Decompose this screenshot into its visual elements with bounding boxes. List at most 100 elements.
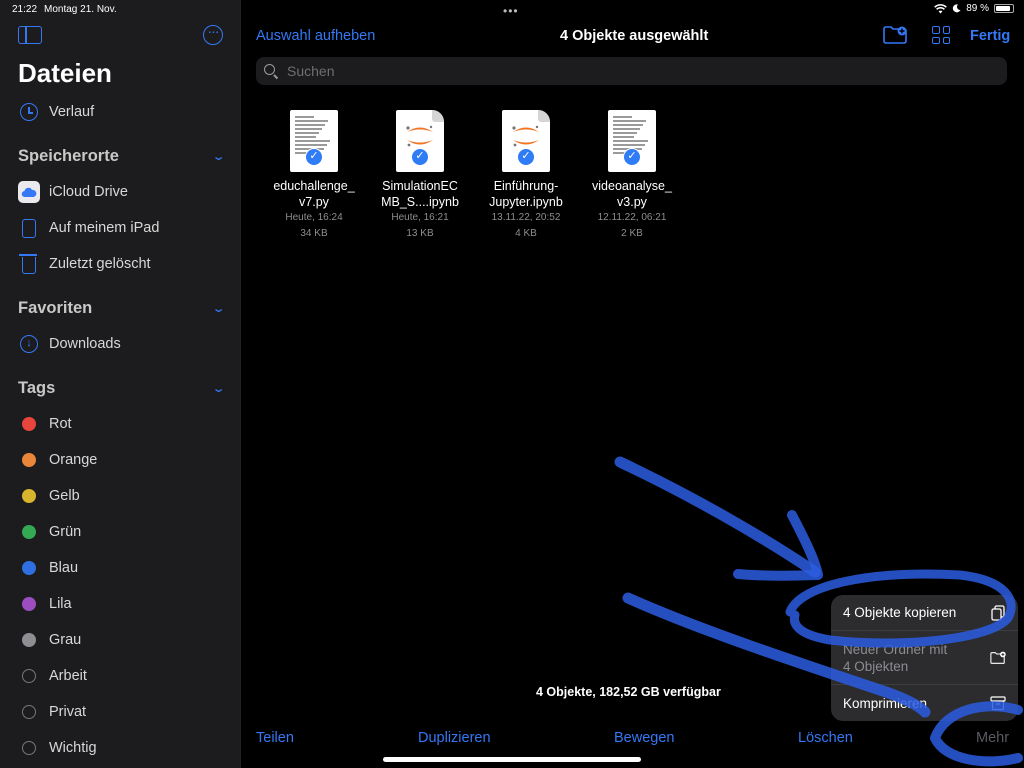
sidebar-item-label: Grün	[49, 524, 82, 540]
delete-button[interactable]: Löschen	[798, 730, 853, 746]
sidebar-item-label: Lila	[49, 596, 72, 612]
sidebar-item-tag[interactable]: Grau	[18, 625, 223, 655]
search-input[interactable]	[287, 63, 987, 79]
checkmark-icon: ✓	[411, 148, 429, 166]
menu-item-label: Neuer Ordner mit 4 Objekten	[843, 641, 948, 674]
notebook-thumbnail: ✓	[396, 110, 444, 172]
deselect-button[interactable]: Auswahl aufheben	[256, 28, 375, 44]
file-name: Einführung- Jupyter.ipynb	[489, 179, 563, 209]
tag-color-dot-icon	[22, 633, 36, 647]
file-name: videoanalyse_ v3.py	[592, 179, 672, 209]
sidebar-item-label: Verlauf	[49, 104, 95, 120]
multitasking-dots-icon[interactable]: •••	[503, 4, 519, 18]
archive-icon	[990, 696, 1006, 711]
copy-icon	[991, 604, 1005, 621]
section-tags[interactable]: Tags ⌄	[18, 375, 225, 401]
move-button[interactable]: Bewegen	[614, 730, 674, 746]
file-size: 4 KB	[515, 228, 537, 239]
chevron-down-icon[interactable]: ⌄	[211, 382, 225, 395]
menu-item-label: Komprimieren	[843, 695, 928, 711]
checkmark-icon: ✓	[517, 148, 535, 166]
search-icon	[264, 64, 278, 78]
icloud-icon	[18, 181, 40, 203]
home-indicator[interactable]	[383, 757, 641, 762]
checkmark-icon: ✓	[623, 148, 641, 166]
sidebar-toggle-icon[interactable]	[18, 26, 42, 44]
sidebar-item-downloads[interactable]: ↓ Downloads	[18, 329, 223, 359]
sidebar-title: Dateien	[18, 58, 112, 88]
sidebar-item-tag[interactable]: Wichtig	[18, 733, 223, 763]
sidebar-item-label: Grau	[49, 632, 82, 648]
sidebar-item-tag[interactable]: Orange	[18, 445, 223, 475]
more-options-icon[interactable]: ···	[203, 24, 223, 45]
sidebar-item-label: Orange	[49, 452, 98, 468]
file-name: educhallenge_ v7.py	[273, 179, 355, 209]
sidebar-item-label: Privat	[49, 704, 87, 720]
copy-items-menu-item[interactable]: 4 Objekte kopieren	[831, 595, 1018, 631]
tag-color-dot-icon	[22, 417, 36, 431]
section-locations[interactable]: Speicherorte ⌄	[18, 143, 225, 169]
sidebar-item-label: Wichtig	[49, 740, 97, 756]
sidebar-item-label: Auf meinem iPad	[49, 220, 160, 236]
sidebar: ··· Dateien Verlauf Speicherorte ⌄ iClou…	[0, 0, 241, 768]
tag-color-dot-icon	[22, 525, 36, 539]
sidebar-item-tag[interactable]: Lila	[18, 589, 223, 619]
sidebar-item-label: iCloud Drive	[49, 184, 128, 200]
file-item[interactable]: ✓ Einführung- Jupyter.ipynb 13.11.22, 20:52…	[473, 110, 579, 242]
ipad-icon	[22, 218, 36, 238]
search-bar[interactable]	[256, 57, 1007, 85]
tag-color-dot-icon	[22, 561, 36, 575]
new-folder-icon[interactable]	[883, 26, 907, 44]
file-item[interactable]: ✓ videoanalyse_ v3.py 12.11.22, 06:21 2 KB	[579, 110, 685, 242]
sidebar-item-label: Blau	[49, 560, 79, 576]
tag-color-dot-icon	[22, 489, 36, 503]
moon-icon	[953, 4, 961, 13]
download-icon: ↓	[20, 335, 38, 353]
file-date: Heute, 16:24	[285, 212, 343, 223]
file-item[interactable]: ✓ educhallenge_ v7.py Heute, 16:24 34 KB	[261, 110, 367, 242]
duplicate-button[interactable]: Duplizieren	[418, 730, 491, 746]
notebook-thumbnail: ✓	[502, 110, 550, 172]
sidebar-item-tag[interactable]: Blau	[18, 553, 223, 583]
clock-icon	[20, 103, 38, 121]
more-button[interactable]: Mehr	[976, 730, 1009, 746]
sidebar-item-tag[interactable]: Gelb	[18, 481, 223, 511]
new-folder-with-items-menu-item[interactable]: Neuer Ordner mit 4 Objekten	[831, 631, 1018, 685]
file-size: 2 KB	[621, 228, 643, 239]
sidebar-item-tag[interactable]: Grün	[18, 517, 223, 547]
done-button[interactable]: Fertig	[970, 28, 1010, 44]
document-thumbnail: ✓	[290, 110, 338, 172]
sidebar-item-icloud-drive[interactable]: iCloud Drive	[18, 177, 223, 207]
sidebar-item-tag[interactable]: Arbeit	[18, 661, 223, 691]
share-button[interactable]: Teilen	[256, 730, 294, 746]
chevron-down-icon[interactable]: ⌄	[211, 150, 225, 163]
sidebar-item-label: Rot	[49, 416, 72, 432]
status-bar: 21:22 Montag 21. Nov. ••• 89 %	[0, 0, 1024, 20]
sidebar-item-label: Zuletzt gelöscht	[49, 256, 151, 272]
file-date: Heute, 16:21	[391, 212, 449, 223]
section-favorites[interactable]: Favoriten ⌄	[18, 295, 225, 321]
chevron-down-icon[interactable]: ⌄	[211, 302, 225, 315]
jupyter-logo-icon	[512, 125, 539, 147]
file-date: 13.11.22, 20:52	[491, 212, 561, 223]
more-context-menu: 4 Objekte kopieren Neuer Ordner mit 4 Obj…	[831, 595, 1018, 721]
sidebar-item-recent[interactable]: Verlauf	[18, 97, 223, 127]
file-date: 12.11.22, 06:21	[597, 212, 667, 223]
section-header: Speicherorte	[18, 146, 119, 165]
compress-menu-item[interactable]: Komprimieren	[831, 685, 1018, 721]
document-thumbnail: ✓	[608, 110, 656, 172]
file-size: 13 KB	[406, 228, 434, 239]
sidebar-item-label: Downloads	[49, 336, 121, 352]
sidebar-item-on-my-ipad[interactable]: Auf meinem iPad	[18, 213, 223, 243]
grid-view-icon[interactable]	[932, 26, 950, 44]
tag-color-dot-icon	[22, 597, 36, 611]
sidebar-item-tag[interactable]: Rot	[18, 409, 223, 439]
section-header: Favoriten	[18, 298, 93, 317]
wifi-icon	[934, 3, 948, 13]
sidebar-item-tag[interactable]: Privat	[18, 697, 223, 727]
status-time: 21:22	[12, 4, 38, 15]
sidebar-item-recently-deleted[interactable]: Zuletzt gelöscht	[18, 249, 223, 279]
file-item[interactable]: ✓ SimulationEC MB_S....ipynb Heute, 16:21 13…	[367, 110, 473, 242]
file-name: SimulationEC MB_S....ipynb	[381, 179, 459, 209]
sidebar-item-label: Gelb	[49, 488, 80, 504]
